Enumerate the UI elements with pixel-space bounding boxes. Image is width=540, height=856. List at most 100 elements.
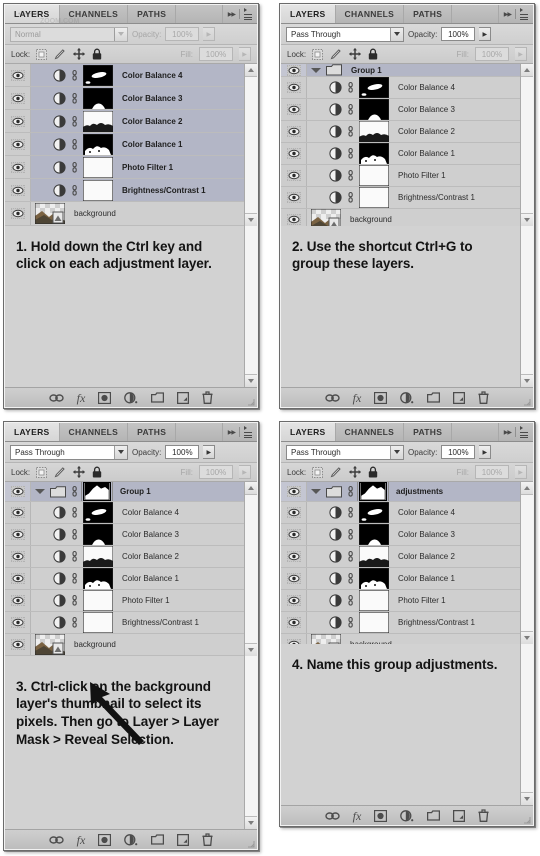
- visibility-eye-icon[interactable]: [286, 214, 301, 225]
- layer-row-body[interactable]: Color Balance 1: [307, 568, 520, 589]
- layer-visibility-cell[interactable]: [281, 590, 307, 611]
- visibility-eye-icon[interactable]: [10, 573, 25, 584]
- layer-row[interactable]: Brightness/Contrast 1: [281, 187, 520, 209]
- layer-visibility-cell[interactable]: [281, 143, 307, 164]
- adjustment-layer-icon[interactable]: [53, 92, 66, 105]
- collapse-chevrons-icon[interactable]: ▶▶: [228, 429, 236, 436]
- layer-mask-thumbnail[interactable]: [83, 568, 113, 589]
- layer-row[interactable]: Color Balance 1: [281, 143, 520, 165]
- layer-row-body[interactable]: background: [307, 634, 520, 644]
- delete-layer-icon[interactable]: [202, 833, 213, 846]
- layer-row-body[interactable]: Color Balance 2: [31, 110, 244, 132]
- opacity-slider-arrow[interactable]: ▶: [479, 27, 492, 41]
- layer-visibility-cell[interactable]: [5, 612, 31, 633]
- lock-all-icon[interactable]: [368, 466, 378, 478]
- layer-row-body[interactable]: Brightness/Contrast 1: [31, 179, 244, 201]
- layer-mask-thumbnail[interactable]: [83, 502, 113, 523]
- layer-mask-thumbnail[interactable]: [83, 64, 113, 86]
- layer-row-body[interactable]: Color Balance 4: [31, 502, 244, 523]
- background-layer-thumbnail[interactable]: [311, 634, 341, 644]
- lock-position-icon[interactable]: [349, 466, 362, 478]
- caption-scrollbar[interactable]: [244, 655, 257, 829]
- panel-menu-icon[interactable]: [244, 425, 252, 439]
- layer-row[interactable]: Color Balance 3: [5, 524, 244, 546]
- tab-channels[interactable]: CHANNELS: [59, 423, 129, 441]
- layer-visibility-cell[interactable]: [281, 482, 307, 501]
- scroll-track[interactable]: [245, 225, 257, 374]
- lock-transparent-pixels-icon[interactable]: [312, 48, 324, 60]
- layer-visibility-cell[interactable]: [281, 209, 307, 226]
- scroll-down-button[interactable]: [521, 792, 533, 805]
- tab-layers[interactable]: LAYERS: [5, 423, 60, 441]
- link-layers-icon[interactable]: [48, 835, 64, 845]
- layer-list-scrollbar[interactable]: [244, 482, 257, 656]
- panel-menu-icon[interactable]: [244, 7, 252, 21]
- new-adjustment-layer-icon[interactable]: [400, 809, 414, 822]
- layer-visibility-cell[interactable]: [5, 546, 31, 567]
- lock-image-pixels-icon[interactable]: [330, 48, 342, 60]
- scroll-down-button[interactable]: [521, 212, 533, 226]
- tab-layers[interactable]: LAYERS: [281, 423, 336, 441]
- panel-menu-icon[interactable]: [520, 7, 528, 21]
- layer-row-body[interactable]: Color Balance 3: [31, 87, 244, 109]
- visibility-eye-icon[interactable]: [286, 170, 301, 181]
- layer-mask-thumbnail[interactable]: [359, 546, 389, 567]
- layer-list-scrollbar[interactable]: [244, 64, 257, 226]
- lock-position-icon[interactable]: [349, 48, 362, 60]
- opacity-input[interactable]: 100%: [165, 27, 200, 41]
- visibility-eye-icon[interactable]: [10, 161, 25, 173]
- layer-row-body[interactable]: Color Balance 3: [307, 99, 520, 120]
- layer-visibility-cell[interactable]: [5, 482, 31, 501]
- adjustment-layer-icon[interactable]: [329, 528, 342, 541]
- opacity-input[interactable]: 100%: [165, 445, 200, 459]
- new-layer-icon[interactable]: [177, 833, 190, 846]
- layer-row-body[interactable]: Color Balance 3: [307, 524, 520, 545]
- lock-transparent-pixels-icon[interactable]: [36, 48, 48, 60]
- adjustment-layer-icon[interactable]: [329, 125, 342, 138]
- layer-row[interactable]: background: [5, 202, 244, 226]
- visibility-eye-icon[interactable]: [10, 138, 25, 150]
- layer-row-body[interactable]: background: [31, 634, 244, 655]
- layer-row[interactable]: background: [281, 634, 520, 644]
- scroll-track[interactable]: [245, 77, 257, 213]
- layer-row-body[interactable]: Brightness/Contrast 1: [31, 612, 244, 633]
- visibility-eye-icon[interactable]: [286, 486, 301, 497]
- layer-row[interactable]: Color Balance 1: [5, 133, 244, 157]
- layer-list-scrollbar[interactable]: [520, 482, 533, 644]
- tab-layers[interactable]: LAYERS: [5, 5, 60, 23]
- new-group-icon[interactable]: [427, 810, 441, 821]
- lock-image-pixels-icon[interactable]: [54, 466, 66, 478]
- adjustment-layer-icon[interactable]: [329, 103, 342, 116]
- layer-row-body[interactable]: Photo Filter 1: [307, 590, 520, 611]
- layer-row[interactable]: Color Balance 2: [281, 546, 520, 568]
- fill-input[interactable]: 100%: [475, 465, 509, 479]
- layer-visibility-cell[interactable]: [5, 568, 31, 589]
- layer-mask-thumbnail[interactable]: [359, 165, 389, 186]
- adjustment-layer-icon[interactable]: [53, 506, 66, 519]
- layer-mask-thumbnail[interactable]: [359, 121, 389, 142]
- layer-row[interactable]: Brightness/Contrast 1: [281, 612, 520, 634]
- layer-row-body[interactable]: adjustments: [307, 482, 520, 501]
- scroll-down-button[interactable]: [245, 374, 257, 387]
- group-expand-triangle-icon[interactable]: [35, 489, 45, 494]
- layer-mask-thumbnail[interactable]: [359, 143, 389, 164]
- new-layer-icon[interactable]: [453, 809, 466, 822]
- scroll-down-button[interactable]: [521, 374, 533, 387]
- layer-mask-thumbnail[interactable]: [83, 133, 113, 155]
- new-adjustment-layer-icon[interactable]: [124, 391, 138, 404]
- adjustment-layer-icon[interactable]: [53, 184, 66, 197]
- layer-visibility-cell[interactable]: [5, 87, 31, 110]
- layer-mask-thumbnail[interactable]: [83, 590, 113, 611]
- layer-visibility-cell[interactable]: [281, 634, 307, 644]
- new-adjustment-layer-icon[interactable]: [400, 391, 414, 404]
- caption-scrollbar[interactable]: [520, 643, 533, 805]
- tab-layers[interactable]: LAYERS: [281, 5, 336, 23]
- layer-style-fx-icon[interactable]: fx: [353, 392, 362, 404]
- layer-row[interactable]: Group 1: [5, 482, 244, 502]
- scroll-down-button[interactable]: [245, 212, 257, 226]
- resize-grip-icon[interactable]: [248, 841, 255, 848]
- link-layers-icon[interactable]: [324, 811, 340, 821]
- lock-all-icon[interactable]: [92, 48, 102, 60]
- scroll-up-button[interactable]: [245, 482, 257, 495]
- visibility-eye-icon[interactable]: [10, 184, 25, 196]
